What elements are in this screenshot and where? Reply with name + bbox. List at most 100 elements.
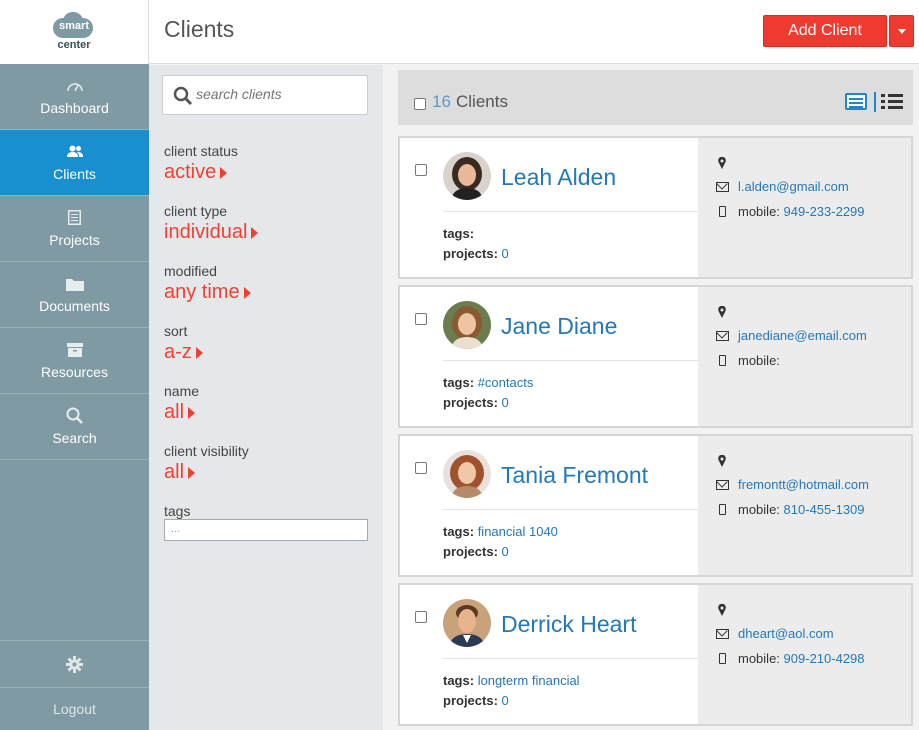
filter-client-status: client status active bbox=[164, 143, 238, 184]
caret-right-icon bbox=[243, 286, 251, 299]
filter-value-name[interactable]: all bbox=[164, 401, 199, 424]
filter-label: client type bbox=[164, 203, 228, 219]
list-view-icon[interactable] bbox=[881, 94, 903, 110]
filter-value-client-visibility[interactable]: all bbox=[164, 461, 249, 484]
mobile-number[interactable]: 810-455-1309 bbox=[784, 502, 865, 517]
nav-item-clients[interactable]: Clients bbox=[0, 130, 149, 196]
add-client-button[interactable]: Add Client bbox=[763, 15, 887, 47]
client-card: Leah Alden tags: projects: 0 l.alden@gma… bbox=[398, 136, 913, 279]
client-count: 16 bbox=[432, 92, 451, 111]
nav-item-documents[interactable]: Documents bbox=[0, 262, 149, 328]
projects-label: projects: bbox=[443, 246, 498, 261]
client-card: Jane Diane tags: #contacts projects: 0 j… bbox=[398, 285, 913, 428]
projects-count[interactable]: 0 bbox=[502, 693, 509, 708]
filter-value-text: individual bbox=[164, 221, 248, 243]
projects-label: projects: bbox=[443, 693, 498, 708]
filter-value-client-status[interactable]: active bbox=[164, 161, 238, 184]
client-email[interactable]: l.alden@gmail.com bbox=[738, 179, 849, 194]
nav-label-projects: Projects bbox=[49, 231, 100, 248]
map-pin-icon bbox=[718, 455, 726, 467]
client-checkbox[interactable] bbox=[415, 611, 427, 623]
client-list: 16 Clients Leah Alden tags: projects: 0 … bbox=[383, 65, 919, 730]
mobile-number[interactable]: 949-233-2299 bbox=[784, 204, 865, 219]
filter-value-client-type[interactable]: individual bbox=[164, 221, 259, 244]
filter-value-sort[interactable]: a-z bbox=[164, 341, 203, 364]
filter-value-text: any time bbox=[164, 281, 240, 303]
client-email[interactable]: fremontt@hotmail.com bbox=[738, 477, 869, 492]
nav-item-projects[interactable]: Projects bbox=[0, 196, 149, 262]
nav-item-dashboard[interactable]: Dashboard bbox=[0, 64, 149, 130]
projects-label: projects: bbox=[443, 395, 498, 410]
projects-icon bbox=[68, 210, 81, 226]
client-card-main: Leah Alden tags: projects: 0 bbox=[400, 138, 698, 277]
client-name[interactable]: Tania Fremont bbox=[501, 462, 648, 489]
client-mobile: mobile: 949-233-2299 bbox=[738, 204, 865, 219]
tags-value[interactable]: financial 1040 bbox=[478, 524, 558, 539]
client-card: Tania Fremont tags: financial 1040 proje… bbox=[398, 434, 913, 577]
map-pin-icon bbox=[718, 306, 726, 318]
filter-label: tags bbox=[164, 503, 191, 519]
client-name[interactable]: Leah Alden bbox=[501, 164, 616, 191]
tags-value[interactable]: longterm financial bbox=[478, 673, 580, 688]
add-client-dropdown-button[interactable] bbox=[889, 15, 914, 47]
client-name[interactable]: Derrick Heart bbox=[501, 611, 636, 638]
client-checkbox[interactable] bbox=[415, 313, 427, 325]
caret-right-icon bbox=[220, 166, 228, 179]
logo[interactable]: smart center bbox=[0, 0, 149, 64]
mobile-label: mobile: bbox=[738, 502, 780, 517]
card-view-icon[interactable] bbox=[845, 93, 867, 110]
projects-count[interactable]: 0 bbox=[502, 246, 509, 261]
list-header: 16 Clients bbox=[398, 70, 913, 125]
nav-label-search: Search bbox=[52, 429, 97, 446]
select-all-checkbox[interactable] bbox=[414, 98, 426, 110]
client-checkbox[interactable] bbox=[415, 164, 427, 176]
nav-label-dashboard: Dashboard bbox=[40, 99, 109, 116]
client-name[interactable]: Jane Diane bbox=[501, 313, 617, 340]
logo-text-smart: smart bbox=[59, 20, 89, 32]
client-card: Derrick Heart tags: longterm financial p… bbox=[398, 583, 913, 726]
gear-icon[interactable] bbox=[0, 640, 149, 687]
filter-client-type: client type individual bbox=[164, 203, 259, 244]
tags-label: tags: bbox=[443, 673, 475, 688]
filter-modified: modified any time bbox=[164, 263, 251, 304]
client-projects: projects: 0 bbox=[443, 395, 509, 410]
caret-right-icon bbox=[188, 406, 196, 419]
dashboard-icon bbox=[66, 78, 84, 94]
projects-count[interactable]: 0 bbox=[502, 395, 509, 410]
search-box[interactable] bbox=[162, 75, 368, 115]
client-contact: dheart@aol.com mobile: 909-210-4298 bbox=[698, 585, 911, 724]
client-email[interactable]: janediane@email.com bbox=[738, 328, 867, 343]
client-contact: janediane@email.com mobile: bbox=[698, 287, 911, 426]
client-tags: tags: financial 1040 bbox=[443, 524, 558, 539]
client-checkbox[interactable] bbox=[415, 462, 427, 474]
filter-panel: client status active client type individ… bbox=[149, 65, 383, 730]
search-input[interactable] bbox=[196, 86, 361, 102]
client-card-main: Derrick Heart tags: longterm financial p… bbox=[400, 585, 698, 724]
filter-value-modified[interactable]: any time bbox=[164, 281, 251, 304]
client-projects: projects: 0 bbox=[443, 246, 509, 261]
nav-item-search[interactable]: Search bbox=[0, 394, 149, 460]
filter-name: name all bbox=[164, 383, 199, 424]
tags-value[interactable]: #contacts bbox=[478, 375, 534, 390]
client-email[interactable]: dheart@aol.com bbox=[738, 626, 834, 641]
avatar bbox=[443, 450, 491, 498]
avatar bbox=[443, 152, 491, 200]
mobile-number[interactable]: 909-210-4298 bbox=[784, 651, 865, 666]
client-mobile: mobile: 810-455-1309 bbox=[738, 502, 865, 517]
email-icon bbox=[716, 331, 729, 341]
tags-filter-input[interactable]: ... bbox=[164, 519, 368, 541]
nav-item-resources[interactable]: Resources bbox=[0, 328, 149, 394]
projects-count[interactable]: 0 bbox=[502, 544, 509, 559]
filter-value-text: all bbox=[164, 461, 185, 483]
filter-label: modified bbox=[164, 263, 217, 279]
mobile-label: mobile: bbox=[738, 353, 780, 368]
client-card-main: Jane Diane tags: #contacts projects: 0 bbox=[400, 287, 698, 426]
filter-client-visibility: client visibility all bbox=[164, 443, 249, 484]
phone-icon bbox=[719, 355, 726, 366]
map-pin-icon bbox=[718, 604, 726, 616]
nav-label-documents: Documents bbox=[39, 297, 110, 314]
logout-link[interactable]: Logout bbox=[0, 687, 149, 730]
avatar bbox=[443, 301, 491, 349]
filter-label: client visibility bbox=[164, 443, 249, 459]
logo-text-center: center bbox=[57, 39, 91, 51]
